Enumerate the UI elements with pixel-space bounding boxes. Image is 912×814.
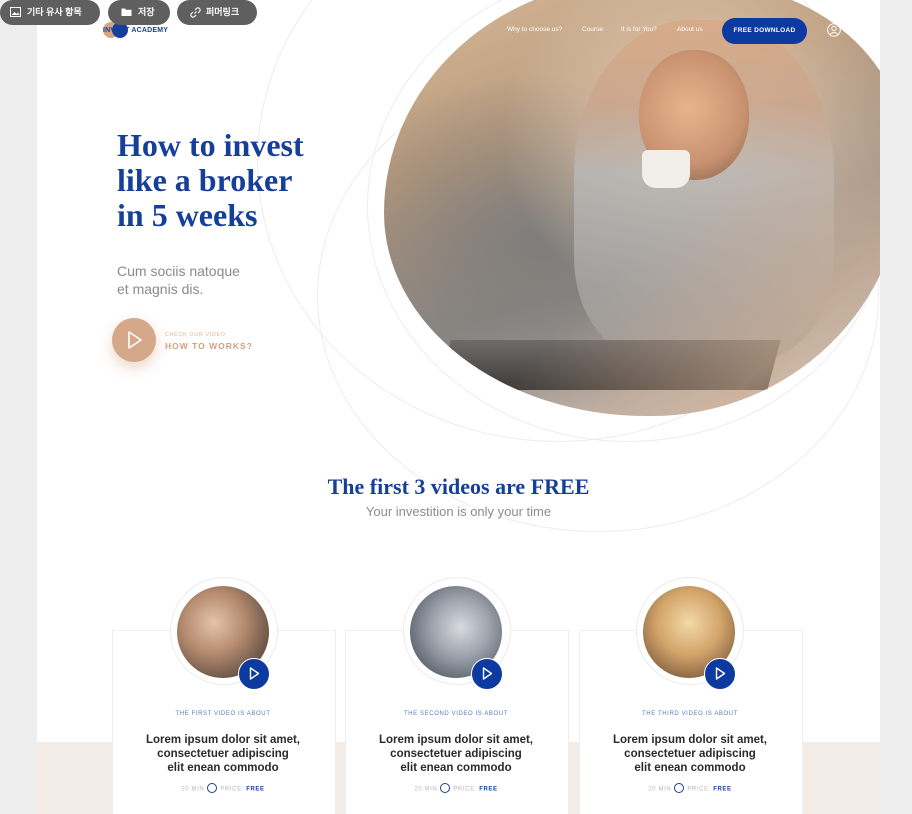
free-download-button[interactable]: FREE DOWNLOAD (722, 18, 807, 44)
link-icon (190, 7, 201, 18)
card-title-line: elit enean commodo (167, 762, 279, 774)
section-subtitle: Your investition is only your time (365, 504, 552, 519)
hero-subtitle: Cum sociis natoque et magnis dis. (117, 262, 287, 298)
card-eyebrow: THE FIRST VIDEO IS ABOUT (175, 711, 271, 717)
permalink-label: 퍼머링크 (206, 7, 240, 17)
clock-icon (207, 783, 218, 793)
nav-link-for-you[interactable]: It is for You? (621, 26, 657, 33)
card-title-line: Lorem ipsum dolor sit amet, (146, 734, 300, 746)
brand-name[interactable]: INVEST ACADEMY (103, 27, 168, 34)
play-icon (482, 667, 493, 680)
play-icon (128, 331, 142, 349)
login-link[interactable]: Login (847, 27, 863, 34)
image-icon (10, 7, 21, 17)
nav-link-why[interactable]: Why to choose us? (507, 26, 562, 33)
hero-title-line: in 5 weeks (117, 197, 258, 233)
price-label: PRICE: (687, 786, 711, 793)
card-title: Lorem ipsum dolor sit amet, consectetuer… (579, 733, 801, 775)
nav-link-about[interactable]: About us (677, 26, 703, 33)
similar-items-button[interactable]: 기타 유사 항목 (0, 0, 100, 25)
save-label: 저장 (138, 7, 155, 17)
hero-title: How to invest like a broker in 5 weeks (117, 128, 377, 233)
hero-title-line: like a broker (117, 162, 293, 198)
landing-page: Why to choose us? Course It is for You? … (37, 0, 880, 814)
clock-icon (674, 783, 685, 793)
price-value: FREE (479, 786, 498, 793)
hero-play-button[interactable] (112, 318, 156, 362)
save-button[interactable]: 저장 (108, 0, 170, 25)
video-eyebrow: CHECK OUR VIDEO (165, 332, 226, 338)
card-title-line: elit enean commodo (634, 762, 746, 774)
card-title-line: Lorem ipsum dolor sit amet, (613, 734, 767, 746)
card-title: Lorem ipsum dolor sit amet, consectetuer… (112, 733, 334, 775)
card-eyebrow: THE SECOND VIDEO IS ABOUT (403, 711, 508, 717)
price-value: FREE (246, 786, 265, 793)
hero-subtitle-line: et magnis dis. (117, 281, 204, 297)
card-title-line: elit enean commodo (400, 762, 512, 774)
permalink-button[interactable]: 퍼머링크 (177, 0, 257, 25)
price-value: FREE (713, 786, 732, 793)
card-meta: 20 MIN PRICE: FREE (112, 783, 334, 794)
card-title-line: consectetuer adipiscing (624, 748, 756, 760)
card-play-button[interactable] (238, 658, 270, 690)
play-icon (249, 667, 260, 680)
card-play-button[interactable] (704, 658, 736, 690)
card-play-button[interactable] (471, 658, 503, 690)
card-title-line: consectetuer adipiscing (390, 748, 522, 760)
duration-text: 20 MIN (414, 786, 438, 793)
section-title: The first 3 videos are FREE (327, 474, 590, 499)
hero-title-line: How to invest (117, 127, 304, 163)
price-label: PRICE: (220, 786, 244, 793)
card-title: Lorem ipsum dolor sit amet, consectetuer… (345, 733, 567, 775)
hero-subtitle-line: Cum sociis natoque (117, 263, 240, 279)
user-icon[interactable] (827, 23, 841, 37)
price-label: PRICE: (453, 786, 477, 793)
how-it-works-link[interactable]: HOW TO WORKS? (165, 341, 253, 351)
nav-link-course[interactable]: Course (582, 26, 603, 33)
card-meta: 20 MIN PRICE: FREE (579, 783, 801, 794)
hero-image (384, 0, 880, 416)
card-title-line: consectetuer adipiscing (157, 748, 289, 760)
similar-items-label: 기타 유사 항목 (27, 7, 82, 17)
play-icon (715, 667, 726, 680)
folder-icon (121, 8, 132, 16)
clock-icon (440, 783, 451, 793)
card-title-line: Lorem ipsum dolor sit amet, (379, 734, 533, 746)
duration-text: 20 MIN (648, 786, 672, 793)
card-meta: 20 MIN PRICE: FREE (345, 783, 567, 794)
card-eyebrow: THE THIRD VIDEO IS ABOUT (642, 711, 738, 717)
duration-text: 20 MIN (181, 786, 205, 793)
